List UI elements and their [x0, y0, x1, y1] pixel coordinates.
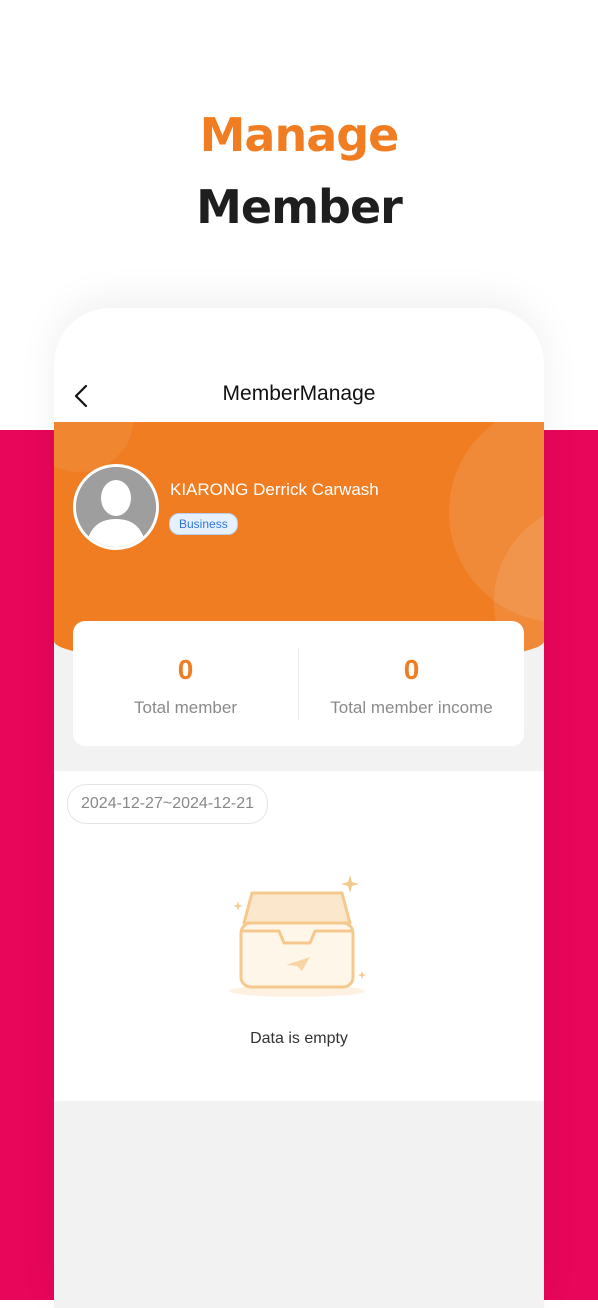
phone-screen: MemberManage KIARONG Derrick Carwash Bus…: [54, 308, 544, 1308]
page-title: MemberManage: [222, 382, 376, 405]
total-income-value: 0: [403, 654, 420, 685]
member-list-panel: 2024-12-27~2024-12-21 Data is empty: [54, 771, 544, 1101]
user-name: KIARONG Derrick Carwash: [170, 480, 379, 499]
nav-bar: MemberManage: [54, 308, 544, 422]
stats-card: 0 Total member 0 Total member income: [73, 621, 524, 746]
stat-total-member[interactable]: 0 Total member: [73, 621, 298, 746]
date-range-filter[interactable]: 2024-12-27~2024-12-21: [67, 784, 269, 824]
stat-total-income[interactable]: 0 Total member income: [299, 621, 524, 746]
hero-title-accent: Manage: [199, 108, 400, 162]
role-badge: Business: [169, 513, 238, 535]
total-member-value: 0: [177, 654, 194, 685]
total-income-label: Total member income: [330, 698, 493, 717]
empty-inbox-icon: [229, 875, 366, 997]
total-member-label: Total member: [134, 698, 237, 717]
empty-state-message: Data is empty: [250, 1030, 348, 1047]
avatar: [73, 464, 159, 550]
default-user-avatar-icon: [76, 467, 156, 547]
hero-title: Member: [196, 180, 403, 234]
